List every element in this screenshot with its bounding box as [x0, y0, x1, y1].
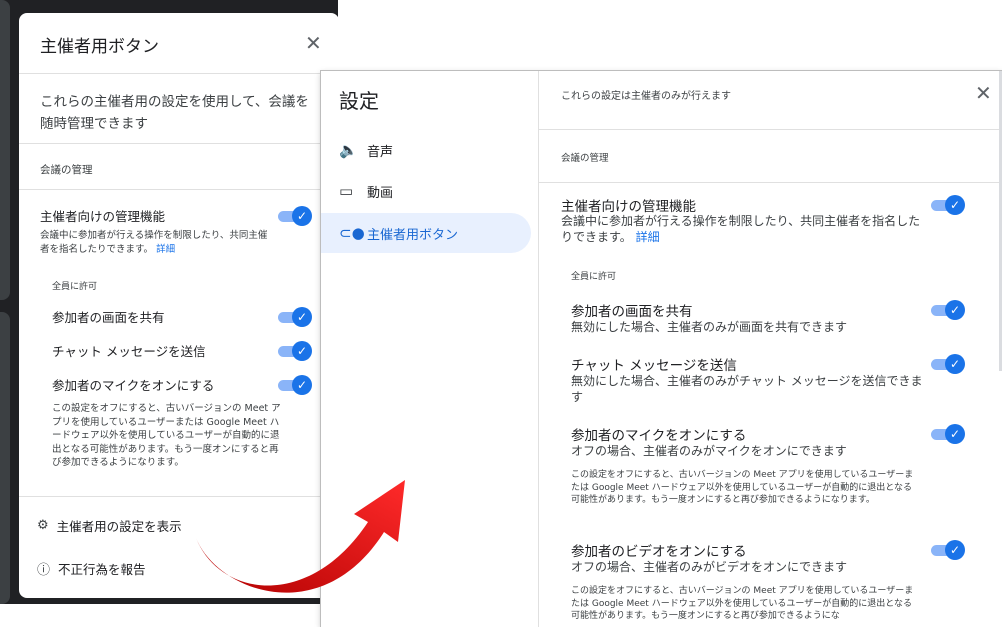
host-controls-panel: 主催者用ボタン ✕ これらの主催者用の設定を使用して、会議を随時管理できます 会…	[19, 13, 339, 598]
show-host-settings-button[interactable]: ⚙ 主催者用の設定を表示	[37, 516, 182, 535]
mic-on-label: 参加者のマイクをオンにする	[571, 428, 747, 444]
video-warning: この設定をオフにすると、古いバージョンの Meet アプリを使用しているユーザー…	[571, 586, 914, 621]
description-text: 会議中に参加者が行える操作を制限したり、共同主催者を指名したりできます。	[561, 214, 921, 244]
host-management-description: 会議中に参加者が行える操作を制限したり、共同主催者を指名したりできます。 詳細	[561, 213, 923, 245]
check-icon: ✓	[292, 206, 312, 226]
host-management-label: 主催者向けの管理機能	[561, 199, 696, 215]
description-text: 会議中に参加者が行える操作を制限したり、共同主催者を指名したりできます。	[40, 230, 268, 255]
gear-icon: ⚙	[37, 518, 49, 533]
host-management-label: 主催者向けの管理機能	[40, 209, 166, 224]
allow-all-heading: 全員に許可	[52, 282, 98, 292]
video-icon: ▭	[339, 182, 354, 200]
divider	[539, 129, 1002, 130]
send-chat-toggle[interactable]: ✓	[278, 341, 312, 361]
check-icon: ✓	[292, 341, 312, 361]
background-tile	[0, 312, 10, 604]
video-on-description: オフの場合、主催者のみがビデオをオンにできます	[571, 560, 848, 574]
nav-label: 音声	[367, 144, 394, 160]
divider	[19, 496, 339, 497]
background-tile	[0, 0, 10, 300]
mic-warning: この設定をオフにすると、古いバージョンの Meet アプリを使用しているユーザー…	[571, 470, 914, 505]
send-chat-description: 無効にした場合、主催者のみがチャット メッセージを送信できます	[571, 374, 923, 404]
video-on-toggle[interactable]: ✓	[931, 540, 965, 560]
toggle-icon: ⊂●	[339, 224, 365, 242]
section-heading: 会議の管理	[561, 153, 609, 164]
host-management-toggle[interactable]: ✓	[931, 195, 965, 215]
close-icon[interactable]: ✕	[305, 31, 322, 55]
share-screen-toggle[interactable]: ✓	[278, 307, 312, 327]
check-icon: ✓	[945, 300, 965, 320]
mic-on-description: オフの場合、主催者のみがマイクをオンにできます	[571, 444, 847, 458]
host-only-note: これらの設定は主催者のみが行えます	[561, 91, 731, 102]
panel-title: 主催者用ボタン	[40, 37, 159, 57]
nav-video[interactable]: ▭ 動画	[321, 171, 531, 211]
mic-on-toggle[interactable]: ✓	[931, 424, 965, 444]
nav-label: 動画	[367, 185, 394, 201]
speaker-icon: 🔈	[339, 141, 358, 159]
section-heading: 会議の管理	[40, 164, 93, 176]
mic-warning: この設定をオフにすると、古いバージョンの Meet アプリを使用しているユーザー…	[52, 403, 281, 468]
report-abuse-button[interactable]: ⓘ 不正行為を報告	[37, 559, 146, 578]
divider	[19, 189, 339, 190]
share-screen-toggle[interactable]: ✓	[931, 300, 965, 320]
allow-all-heading: 全員に許可	[571, 272, 617, 282]
divider	[19, 73, 339, 74]
share-screen-label: 参加者の画面を共有	[571, 304, 693, 320]
report-abuse-label: 不正行為を報告	[58, 562, 146, 577]
video-on-label: 参加者のビデオをオンにする	[571, 544, 747, 560]
check-icon: ✓	[945, 354, 965, 374]
divider	[19, 143, 339, 144]
send-chat-label: チャット メッセージを送信	[52, 344, 206, 359]
mic-on-label: 参加者のマイクをオンにする	[52, 378, 215, 393]
panel-description: これらの主催者用の設定を使用して、会議を随時管理できます	[40, 94, 309, 132]
settings-dialog: 設定 🔈 音声 ▭ 動画 ⊂● 主催者用ボタン これらの設定は主催者のみが行えま…	[321, 71, 1002, 627]
show-host-settings-label: 主催者用の設定を表示	[56, 519, 182, 534]
share-screen-description: 無効にした場合、主催者のみが画面を共有できます	[571, 320, 848, 334]
info-icon: ⓘ	[37, 563, 51, 578]
nav-host-controls[interactable]: ⊂● 主催者用ボタン	[321, 213, 531, 253]
share-screen-label: 参加者の画面を共有	[52, 310, 165, 325]
settings-sidebar: 設定 🔈 音声 ▭ 動画 ⊂● 主催者用ボタン	[321, 71, 539, 627]
check-icon: ✓	[945, 424, 965, 444]
learn-more-link[interactable]: 詳細	[156, 244, 175, 255]
nav-label: 主催者用ボタン	[367, 227, 459, 243]
learn-more-link[interactable]: 詳細	[636, 230, 660, 244]
send-chat-label: チャット メッセージを送信	[571, 358, 737, 374]
check-icon: ✓	[945, 540, 965, 560]
host-management-toggle[interactable]: ✓	[278, 206, 312, 226]
check-icon: ✓	[945, 195, 965, 215]
nav-audio[interactable]: 🔈 音声	[321, 130, 531, 170]
settings-title: 設定	[339, 89, 379, 113]
check-icon: ✓	[292, 307, 312, 327]
settings-content: これらの設定は主催者のみが行えます ✕ 会議の管理 主催者向けの管理機能 会議中…	[539, 71, 1002, 627]
send-chat-toggle[interactable]: ✓	[931, 354, 965, 374]
host-management-description: 会議中に参加者が行える操作を制限したり、共同主催者を指名したりできます。 詳細	[40, 229, 270, 257]
mic-on-toggle[interactable]: ✓	[278, 375, 312, 395]
divider	[539, 182, 1002, 183]
close-icon[interactable]: ✕	[975, 81, 992, 105]
check-icon: ✓	[292, 375, 312, 395]
